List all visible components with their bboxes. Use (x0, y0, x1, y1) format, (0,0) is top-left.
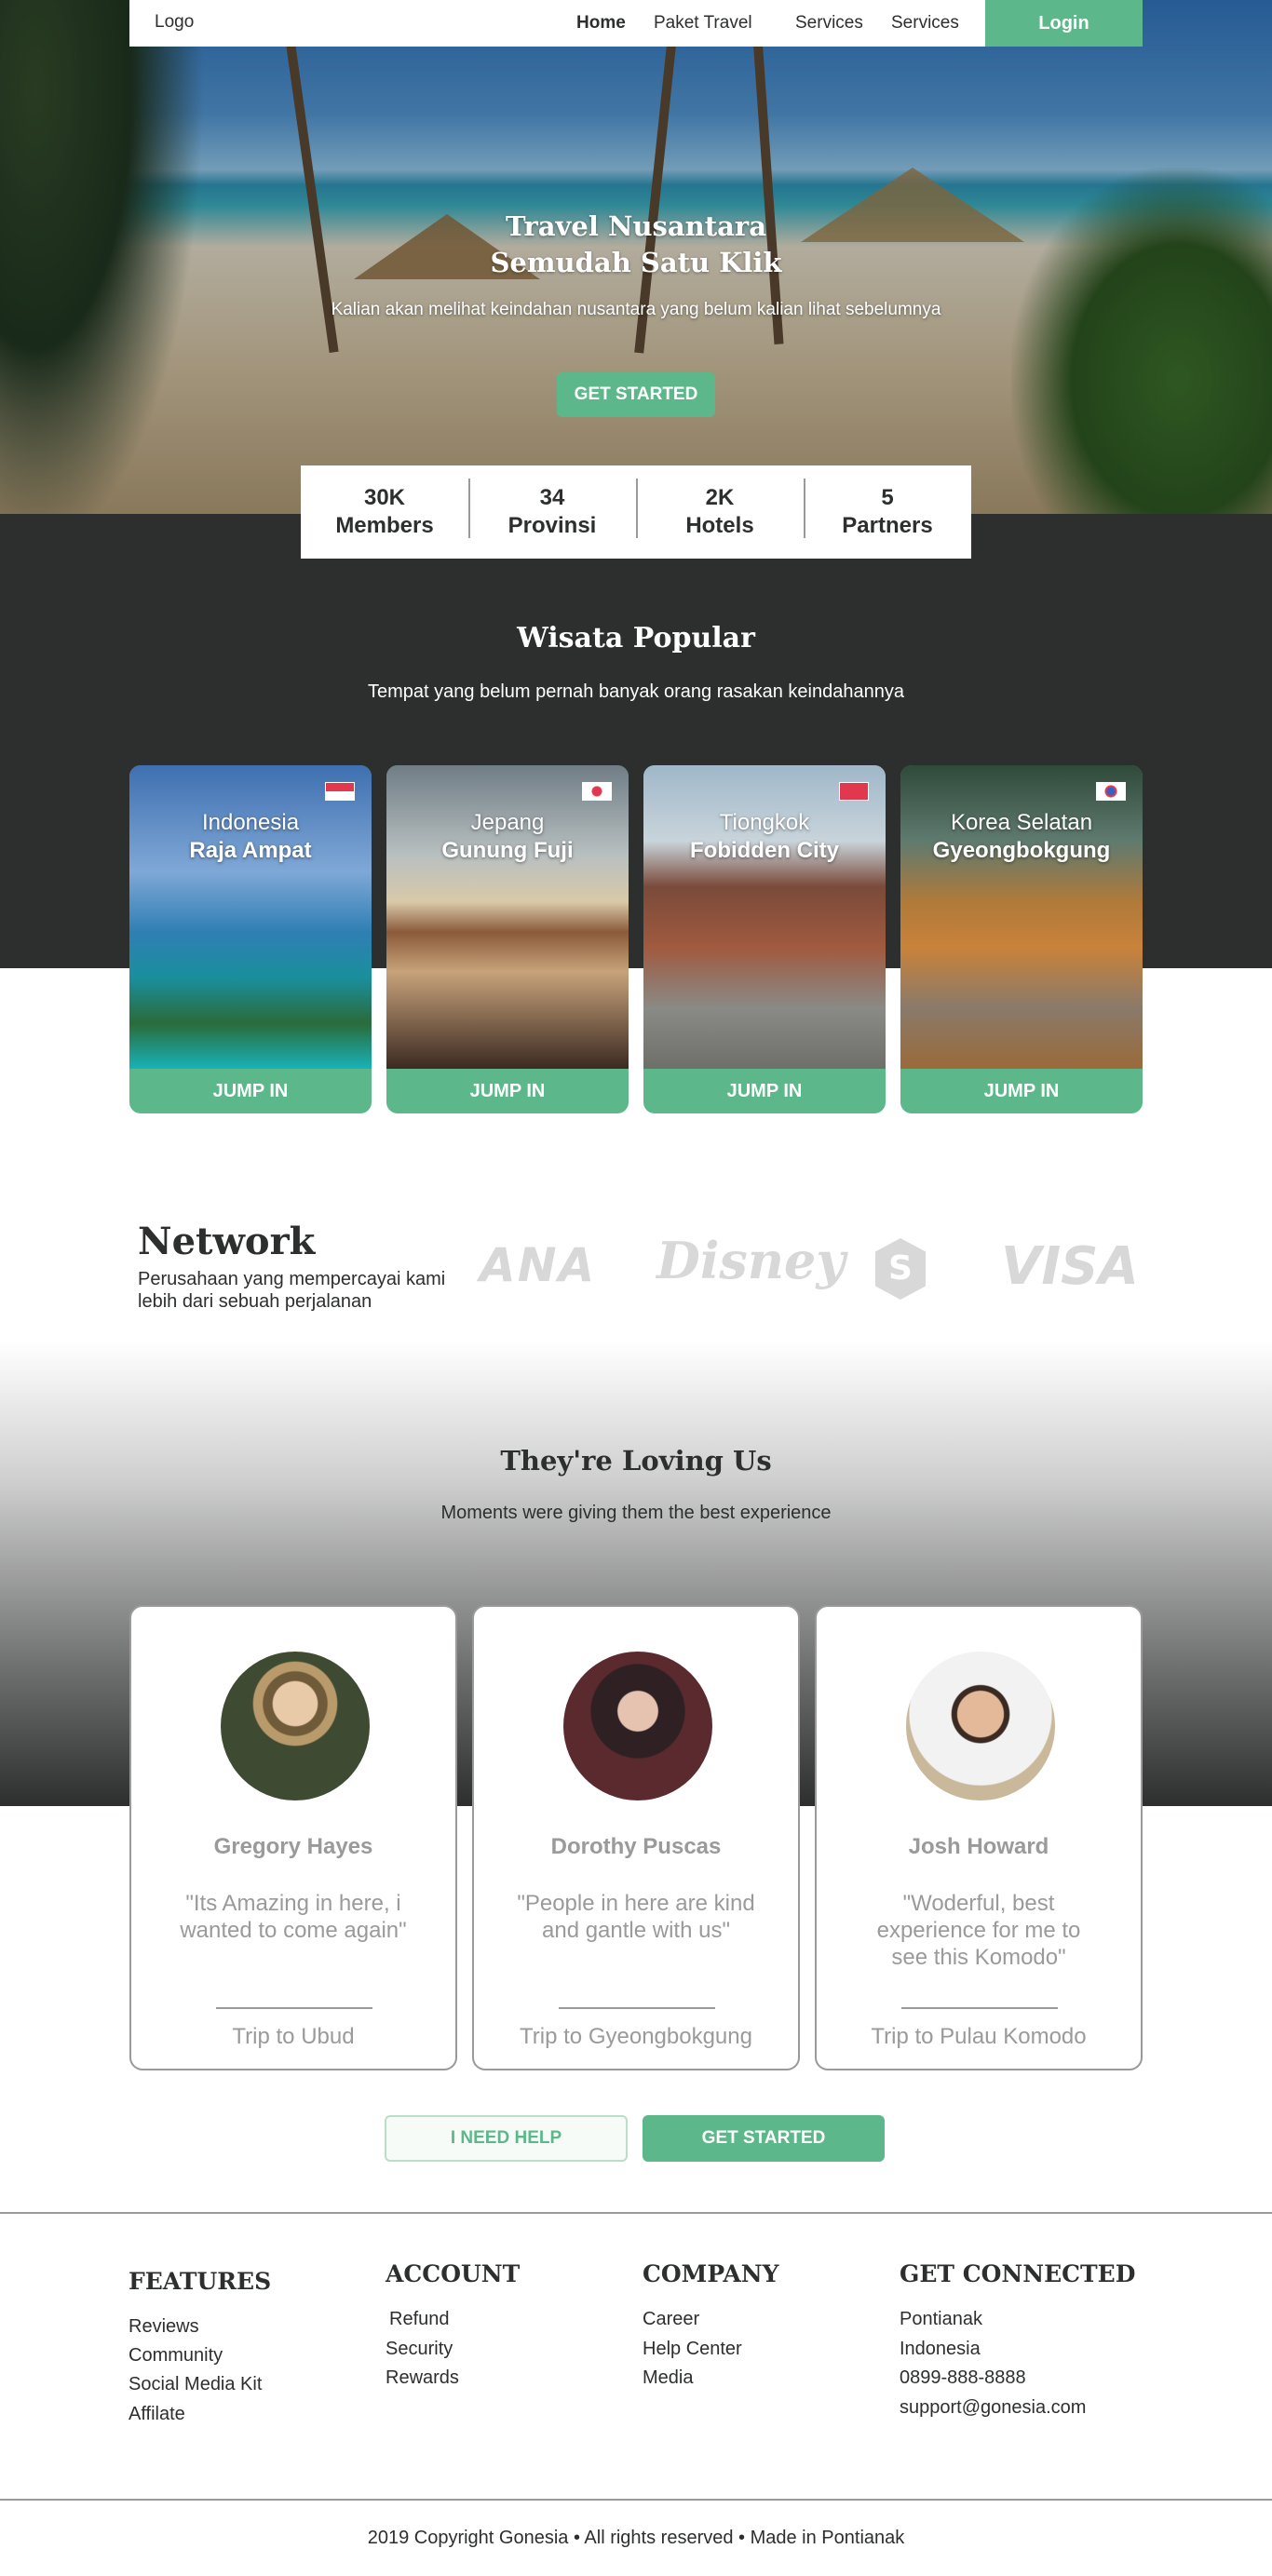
testimonial-trip: Trip to Gyeongbokgung (520, 2024, 752, 2049)
popular-subtitle: Tempat yang belum pernah banyak orang ra… (368, 681, 904, 702)
stat-partners: 5 Partners (804, 479, 971, 540)
card-country: Jepang (470, 810, 545, 835)
avatar (221, 1652, 370, 1801)
card-place: Gunung Fuji (441, 838, 574, 863)
korea-flag-icon (1096, 782, 1126, 801)
hero-title: Travel Nusantara Semudah Satu Klik (0, 209, 1272, 281)
jump-in-button[interactable]: JUMP IN (386, 1069, 629, 1113)
card-place: Gyeongbokgung (932, 838, 1111, 863)
footer-link-social-media-kit[interactable]: Social Media Kit (129, 2374, 262, 2395)
footer-link-career[interactable]: Career (643, 2309, 699, 2330)
copyright-text: 2019 Copyright Gonesia • All rights rese… (367, 2528, 905, 2548)
footer-link-community[interactable]: Community (129, 2345, 223, 2367)
divider (901, 2007, 1058, 2009)
testimonial-subtitle: Moments were giving them the best experi… (440, 1503, 832, 1523)
avatar (563, 1652, 712, 1801)
disney-logo: Disney (656, 1231, 846, 1290)
hero-title-line-2: Semudah Satu Klik (490, 247, 782, 278)
shield-logo: S (875, 1238, 926, 1300)
footer-divider-top (0, 2212, 1272, 2214)
destination-card-gunung-fuji[interactable]: Jepang Gunung Fuji JUMP IN (386, 765, 629, 1113)
footer-link-media[interactable]: Media (643, 2367, 693, 2389)
footer-divider-bottom (0, 2499, 1272, 2501)
nav-link-services[interactable]: Services (795, 13, 863, 34)
japan-flag-icon (582, 782, 612, 801)
nav-link-home[interactable]: Home (576, 13, 626, 34)
card-place: Fobidden City (690, 838, 839, 863)
footer-phone[interactable]: 0899-888-8888 (900, 2367, 1026, 2389)
destination-card-fobidden-city[interactable]: Tiongkok Fobidden City JUMP IN (643, 765, 886, 1113)
hero-title-line-1: Travel Nusantara (505, 210, 766, 242)
footer-link-security[interactable]: Security (386, 2339, 453, 2360)
testimonial-name: Gregory Hayes (213, 1834, 373, 1859)
divider (216, 2007, 372, 2009)
destination-card-raja-ampat[interactable]: Indonesia Raja Ampat JUMP IN (129, 765, 372, 1113)
footer-features-title: FEATURES (129, 2268, 272, 2295)
card-country: Indonesia (201, 810, 300, 835)
testimonial-quote: "People in here are kind and gantle with… (517, 1891, 755, 1943)
ana-logo: ANA (480, 1238, 597, 1292)
footer-connected-title: GET CONNECTED (900, 2260, 1136, 2287)
login-button[interactable]: Login (985, 0, 1143, 47)
testimonial-card: Josh Howard "Woderful, best experience f… (815, 1605, 1143, 2070)
stats-bar: 30K Members 34 Provinsi 2K Hotels 5 Partners (301, 465, 971, 559)
testimonial-quote: "Woderful, best experience for me to see… (876, 1891, 1081, 1970)
footer-email[interactable]: support@gonesia.com (900, 2397, 1086, 2419)
nav-link-paket-travel[interactable]: Paket Travel (654, 13, 752, 34)
testimonial-name: Josh Howard (908, 1834, 1049, 1859)
card-place: Raja Ampat (189, 838, 312, 863)
testimonial-trip: Trip to Pulau Komodo (871, 2024, 1087, 2049)
destination-card-gyeongbokgung[interactable]: Korea Selatan Gyeongbokgung JUMP IN (900, 765, 1143, 1113)
footer-link-reviews[interactable]: Reviews (129, 2316, 199, 2338)
need-help-button[interactable]: I NEED HELP (385, 2115, 628, 2162)
jump-in-button[interactable]: JUMP IN (129, 1069, 372, 1113)
footer-city: Pontianak (900, 2309, 982, 2329)
network-title: Network (138, 1220, 316, 1263)
footer-account-title: ACCOUNT (386, 2260, 521, 2287)
testimonial-name: Dorothy Puscas (550, 1834, 722, 1859)
stat-members: 30K Members (335, 485, 434, 538)
china-flag-icon (839, 782, 869, 801)
top-navbar: Logo Home Paket Travel Services Services… (129, 0, 1143, 47)
jump-in-button[interactable]: JUMP IN (643, 1069, 886, 1113)
visa-logo: VISA (1001, 1236, 1139, 1297)
footer-company-title: COMPANY (643, 2260, 779, 2287)
testimonial-trip: Trip to Ubud (232, 2024, 355, 2049)
footer-link-help-center[interactable]: Help Center (643, 2339, 742, 2360)
testimonial-card: Dorothy Puscas "People in here are kind … (472, 1605, 800, 2070)
stat-provinsi: 34 Provinsi (468, 479, 636, 540)
testimonial-quote: "Its Amazing in here, i wanted to come a… (180, 1891, 407, 1943)
site-logo[interactable]: Logo (155, 12, 194, 33)
stat-hotels: 2K Hotels (636, 479, 804, 540)
card-country: Korea Selatan (950, 810, 1093, 835)
divider (559, 2007, 715, 2009)
network-subtitle: Perusahaan yang mempercayai kami lebih d… (138, 1269, 446, 1312)
footer-link-affilate[interactable]: Affilate (129, 2404, 185, 2425)
card-country: Tiongkok (719, 810, 810, 835)
popular-title: Wisata Popular (517, 622, 755, 654)
testimonial-card: Gregory Hayes "Its Amazing in here, i wa… (129, 1605, 457, 2070)
avatar (906, 1652, 1055, 1801)
hero-get-started-button[interactable]: GET STARTED (557, 372, 715, 417)
footer-link-refund[interactable]: Refund (389, 2309, 450, 2330)
get-started-button[interactable]: GET STARTED (643, 2115, 885, 2162)
testimonial-title: They're Loving Us (500, 1445, 772, 1477)
hero-subtitle: Kalian akan melihat keindahan nusantara … (331, 300, 941, 319)
nav-link-services-2[interactable]: Services (891, 13, 959, 34)
jump-in-button[interactable]: JUMP IN (900, 1069, 1143, 1113)
indonesia-flag-icon (325, 782, 355, 801)
footer-link-rewards[interactable]: Rewards (386, 2367, 459, 2389)
footer-country: Indonesia (900, 2339, 981, 2359)
